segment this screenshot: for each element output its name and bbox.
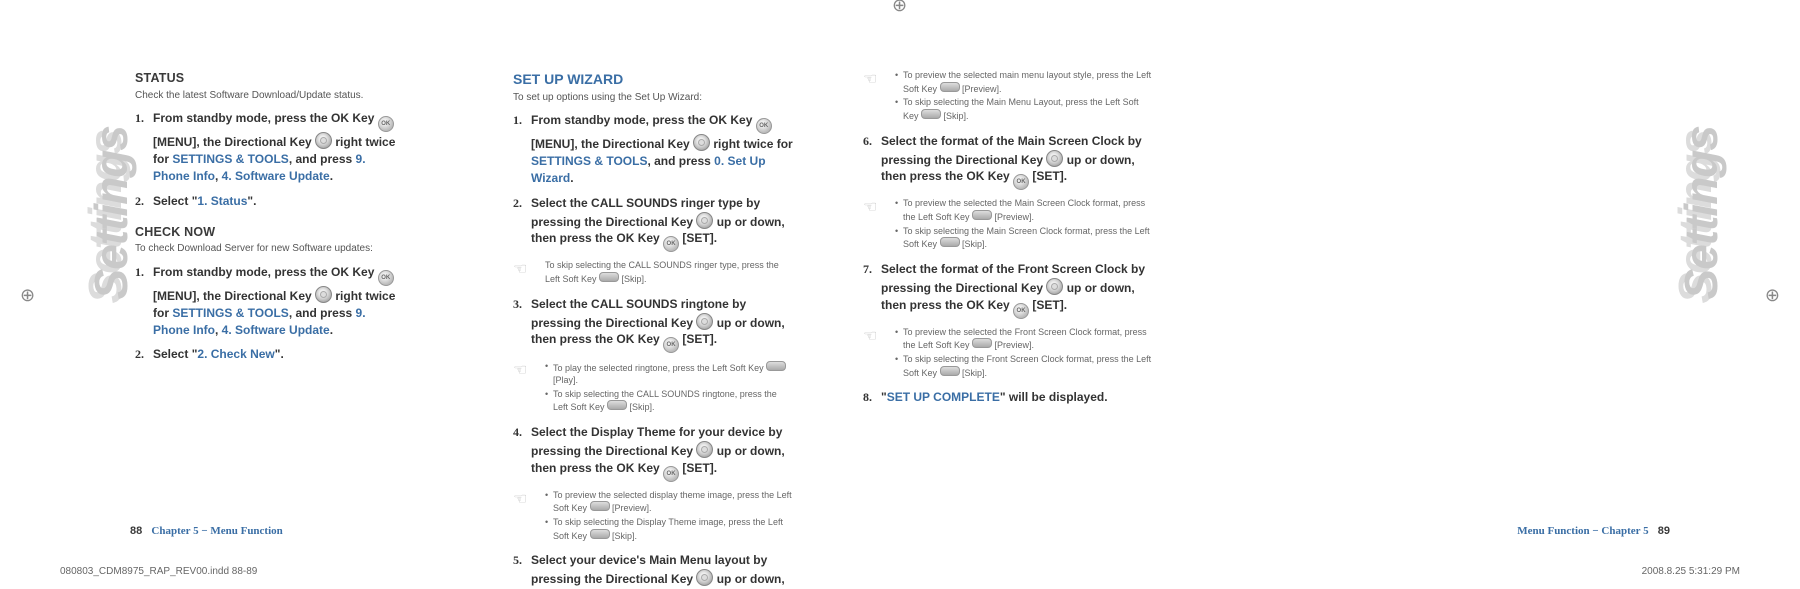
ok-key-icon: OK — [1013, 174, 1029, 190]
soft-key-icon — [766, 361, 786, 371]
hand-icon: ☞ — [513, 260, 527, 281]
hand-icon: ☞ — [863, 198, 877, 219]
directional-key-icon — [315, 132, 332, 149]
page-number-right: 89 — [1658, 525, 1670, 537]
status-step-1: 1. From standby mode, press the OK Key O… — [135, 110, 405, 184]
footer-left: 88 Chapter 5 − Menu Function — [130, 525, 283, 537]
hand-icon: ☞ — [513, 361, 527, 382]
directional-key-icon — [1046, 150, 1063, 167]
column-1: STATUS Check the latest Software Downloa… — [135, 70, 405, 589]
check-step-1: 1. From standby mode, press the OK Key O… — [135, 264, 405, 338]
directional-key-icon — [693, 134, 710, 151]
registration-mark-left: ⊕ — [20, 285, 35, 306]
soft-key-icon — [590, 501, 610, 511]
directional-key-icon — [1046, 278, 1063, 295]
wizard-step-4: 4. Select the Display Theme for your dev… — [513, 424, 793, 482]
soft-key-icon — [599, 272, 619, 282]
directional-key-icon — [696, 569, 713, 586]
chapter-label-right: Menu Function − Chapter 5 — [1517, 525, 1648, 537]
footer-right: Menu Function − Chapter 5 89 — [1517, 525, 1670, 537]
directional-key-icon — [315, 286, 332, 303]
ok-key-icon: OK — [663, 337, 679, 353]
column-3: ☞ To preview the selected main menu layo… — [863, 70, 1153, 589]
print-filename: 080803_CDM8975_RAP_REV00.indd 88-89 — [60, 566, 257, 577]
ok-key-icon: OK — [378, 270, 394, 286]
registration-mark-top: ⊕ — [892, 0, 907, 16]
hand-icon: ☞ — [513, 490, 527, 511]
registration-mark-right: ⊕ — [1765, 285, 1780, 306]
tip-step-3: ☞ To play the selected ringtone, press t… — [513, 361, 793, 414]
directional-key-icon — [696, 441, 713, 458]
side-heading-left: SettingsSettings — [78, 130, 132, 303]
wizard-step-3: 3. Select the CALL SOUNDS ringtone by pr… — [513, 296, 793, 354]
ok-key-icon: OK — [378, 116, 394, 132]
soft-key-icon — [590, 529, 610, 539]
soft-key-icon — [940, 82, 960, 92]
heading-status: STATUS — [135, 70, 405, 87]
wizard-desc: To set up options using the Set Up Wizar… — [513, 91, 793, 105]
ok-key-icon: OK — [663, 466, 679, 482]
wizard-step-1: 1. From standby mode, press the OK Key O… — [513, 112, 793, 186]
wizard-step-7: 7. Select the format of the Front Screen… — [863, 261, 1153, 319]
page-number-left: 88 — [130, 525, 142, 537]
soft-key-icon — [972, 338, 992, 348]
chapter-label-left: Chapter 5 − Menu Function — [151, 525, 282, 537]
wizard-step-2: 2. Select the CALL SOUNDS ringer type by… — [513, 195, 793, 253]
ok-key-icon: OK — [1013, 303, 1029, 319]
soft-key-icon — [940, 237, 960, 247]
column-2: SET UP WIZARD To set up options using th… — [513, 70, 793, 589]
status-desc: Check the latest Software Download/Updat… — [135, 89, 405, 103]
hand-icon: ☞ — [863, 70, 877, 91]
tip-step-4: ☞ To preview the selected display theme … — [513, 490, 793, 543]
tip-step-5: ☞ To preview the selected main menu layo… — [863, 70, 1153, 123]
soft-key-icon — [972, 210, 992, 220]
soft-key-icon — [921, 109, 941, 119]
wizard-step-5: 5. Select your device's Main Menu layout… — [513, 552, 793, 589]
directional-key-icon — [696, 212, 713, 229]
manual-spread: ⊕ ⊕ ⊕ SettingsSettings SettingsSettings … — [0, 0, 1800, 589]
soft-key-icon — [940, 366, 960, 376]
side-heading-right: SettingsSettings — [1668, 130, 1722, 303]
tip-step-2: ☞ To skip selecting the CALL SOUNDS ring… — [513, 260, 793, 285]
ok-key-icon: OK — [663, 236, 679, 252]
wizard-step-6: 6. Select the format of the Main Screen … — [863, 133, 1153, 191]
print-timestamp: 2008.8.25 5:31:29 PM — [1642, 566, 1740, 577]
heading-setup-wizard: SET UP WIZARD — [513, 70, 793, 89]
wizard-step-8: 8. "SET UP COMPLETE" will be displayed. — [863, 389, 1153, 406]
content-columns: STATUS Check the latest Software Downloa… — [135, 70, 1665, 589]
directional-key-icon — [696, 313, 713, 330]
soft-key-icon — [607, 400, 627, 410]
tip-step-6: ☞ To preview the selected the Main Scree… — [863, 198, 1153, 251]
status-step-2: 2. Select "1. Status". — [135, 193, 405, 210]
check-desc: To check Download Server for new Softwar… — [135, 242, 405, 256]
ok-key-icon: OK — [756, 118, 772, 134]
heading-check-now: CHECK NOW — [135, 224, 405, 241]
check-step-2: 2. Select "2. Check New". — [135, 346, 405, 363]
tip-step-7: ☞ To preview the selected the Front Scre… — [863, 327, 1153, 380]
hand-icon: ☞ — [863, 327, 877, 348]
